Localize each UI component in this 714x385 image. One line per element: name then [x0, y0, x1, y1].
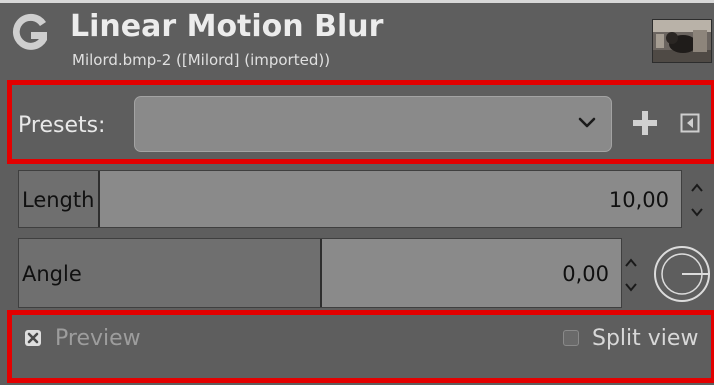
image-thumbnail	[652, 19, 712, 63]
gimp-icon	[12, 13, 47, 50]
chevron-down-icon[interactable]	[578, 116, 596, 130]
preview-label[interactable]: Preview	[55, 326, 141, 352]
angle-slider[interactable]: Angle 0,00	[18, 238, 622, 308]
dialog-header: Linear Motion Blur Milord.bmp-2 ([Milord…	[0, 0, 714, 76]
length-slider[interactable]: Length 10,00	[18, 170, 682, 228]
motion-blur-dialog: Linear Motion Blur Milord.bmp-2 ([Milord…	[0, 0, 714, 385]
length-value[interactable]: 10,00	[609, 188, 669, 212]
spin-up-down-icon[interactable]	[624, 246, 638, 302]
angle-value[interactable]: 0,00	[562, 262, 609, 286]
image-subtitle: Milord.bmp-2 ([Milord] (imported))	[72, 51, 331, 69]
dial-icon[interactable]	[652, 244, 712, 304]
angle-label: Angle	[22, 262, 82, 286]
split-view-checkbox[interactable]	[563, 330, 579, 346]
plus-icon[interactable]	[631, 109, 659, 137]
dialog-title: Linear Motion Blur	[70, 9, 384, 44]
length-label: Length	[22, 188, 95, 212]
presets-label: Presets:	[18, 113, 106, 138]
menu-icon[interactable]	[680, 113, 700, 133]
header-divider	[0, 0, 714, 3]
check-icon	[27, 332, 39, 344]
preview-checkbox[interactable]	[25, 330, 41, 346]
split-view-label[interactable]: Split view	[592, 326, 698, 352]
spin-up-down-icon[interactable]	[690, 171, 704, 227]
presets-combobox[interactable]	[134, 96, 612, 152]
